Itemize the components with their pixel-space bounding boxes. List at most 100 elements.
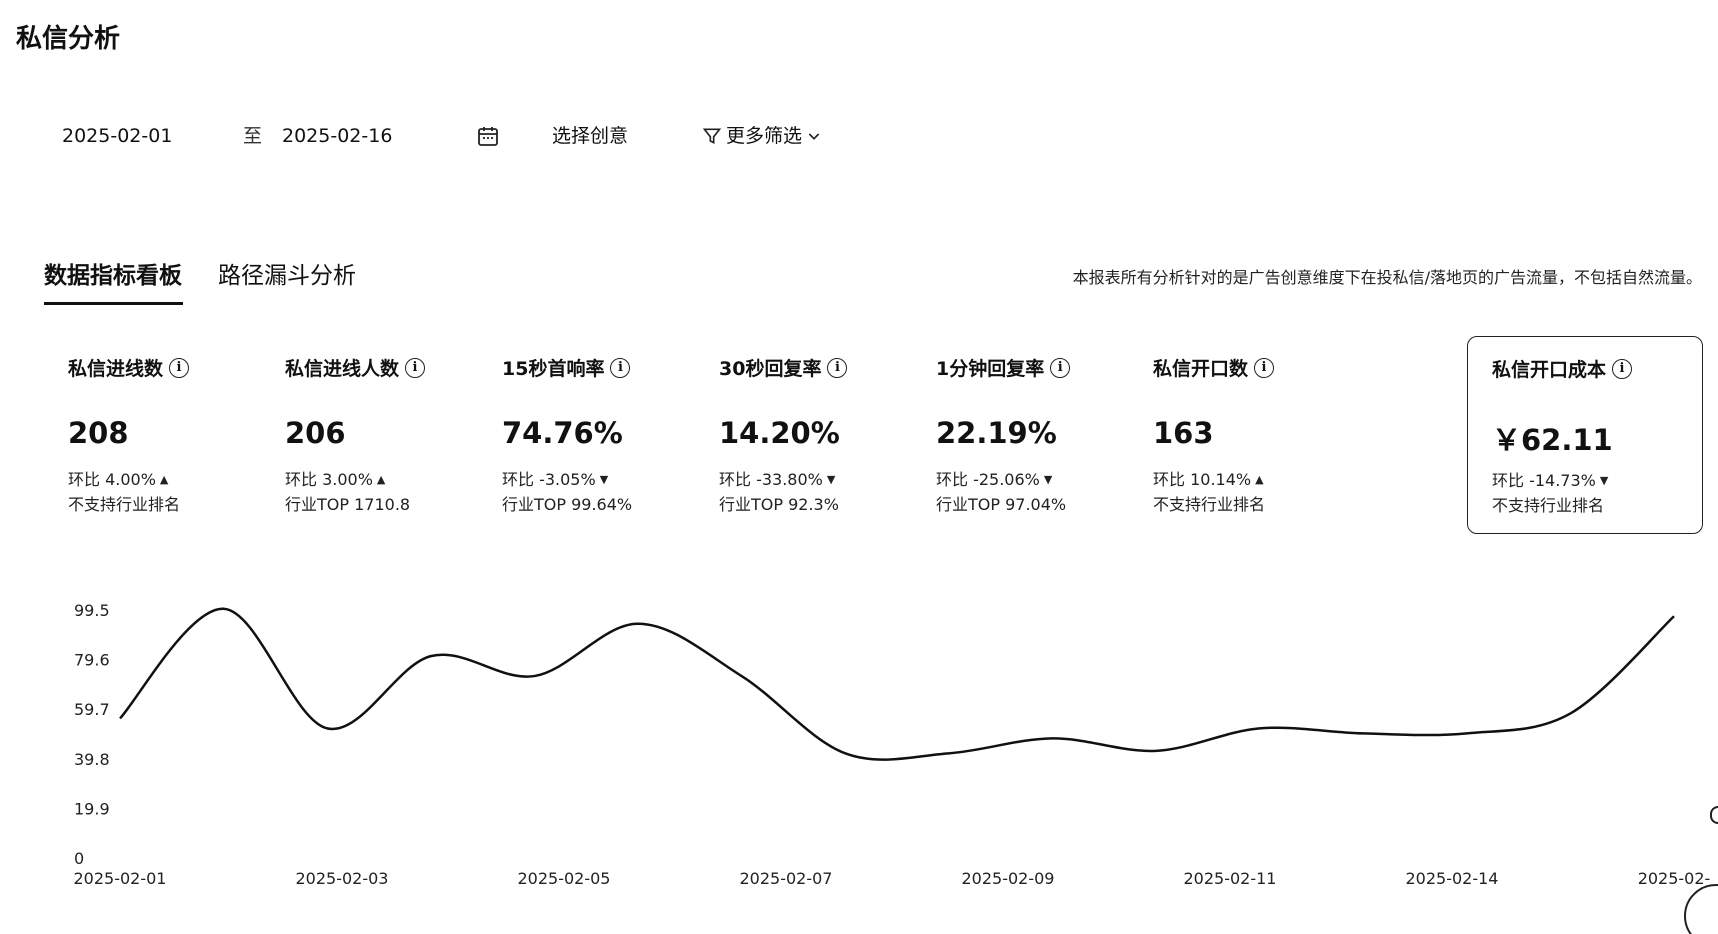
metric-change: 环比 -25.06% ▼ — [936, 466, 1052, 490]
filter-icon — [702, 128, 722, 145]
chevron-down-icon — [808, 133, 820, 140]
metric-card[interactable]: 私信开口数 i 163 环比 10.14% ▲ 不支持行业排名 — [1129, 336, 1365, 534]
data-point[interactable] — [1671, 613, 1677, 619]
info-icon[interactable]: i — [1254, 357, 1275, 378]
metric-rank: 不支持行业排名 — [1153, 495, 1266, 514]
metric-card[interactable]: 私信进线数 i 208 环比 4.00% ▲ 不支持行业排名 — [44, 336, 280, 534]
metric-label: 私信开口成本 i — [1492, 355, 1633, 382]
x-tick-label: 2025-02-01 — [74, 869, 167, 888]
metric-label: 15秒首响率 i — [502, 354, 631, 381]
date-start-input[interactable]: 2025-02-01 — [62, 118, 172, 154]
metric-label: 30秒回复率 i — [719, 354, 848, 381]
up-arrow-icon: ▲ — [159, 473, 169, 486]
info-icon[interactable]: i — [405, 357, 426, 378]
metric-change-text: 环比 -25.06% — [936, 470, 1040, 489]
metric-change-text: 环比 10.14% — [1153, 470, 1252, 489]
metric-value: 14.20% — [719, 416, 840, 450]
metric-change: 环比 -3.05% ▼ — [502, 466, 608, 490]
metric-card[interactable]: 15秒首响率 i 74.76% 环比 -3.05% ▼ 行业TOP 99.64% — [478, 336, 714, 534]
side-handle[interactable] — [1710, 806, 1718, 824]
page-title: 私信分析 — [16, 24, 121, 54]
date-end-input[interactable]: 2025-02-16 — [282, 118, 392, 154]
y-tick-label: 59.7 — [74, 700, 110, 719]
metric-value: 208 — [68, 416, 129, 450]
data-point[interactable] — [1360, 730, 1366, 736]
metric-card[interactable]: 私信进线人数 i 206 环比 3.00% ▲ 行业TOP 1710.8 — [261, 336, 497, 534]
metric-value: ￥62.11 — [1492, 423, 1613, 457]
calendar-icon[interactable] — [476, 124, 500, 160]
metric-label: 私信开口数 i — [1153, 354, 1275, 381]
metric-change: 环比 -14.73% ▼ — [1492, 467, 1608, 491]
metric-change: 环比 10.14% ▲ — [1153, 466, 1264, 490]
data-point[interactable] — [1153, 748, 1159, 754]
tab-funnel-analysis[interactable]: 路径漏斗分析 — [218, 256, 356, 290]
data-point[interactable] — [531, 673, 537, 679]
more-filters-label: 更多筛选 — [726, 125, 803, 147]
metric-change: 环比 4.00% ▲ — [68, 466, 168, 490]
metric-change-text: 环比 -14.73% — [1492, 471, 1596, 490]
metric-card[interactable]: 30秒回复率 i 14.20% 环比 -33.80% ▼ 行业TOP 92.3% — [695, 336, 931, 534]
down-arrow-icon: ▼ — [826, 473, 836, 486]
info-icon[interactable]: i — [1612, 358, 1633, 379]
creative-select[interactable]: 选择创意 — [552, 118, 628, 154]
date-separator: 至 — [243, 125, 263, 147]
x-tick-label: 2025-02-05 — [518, 869, 611, 888]
metric-label-text: 私信开口数 — [1153, 358, 1249, 380]
x-tick-label: 2025-02-14 — [1406, 869, 1499, 888]
data-point[interactable] — [1049, 735, 1055, 741]
metric-cards: 私信进线数 i 208 环比 4.00% ▲ 不支持行业排名 私信进线人数 i 206… — [44, 336, 1706, 534]
y-tick-label: 0 — [74, 849, 84, 868]
down-arrow-icon: ▼ — [1043, 473, 1053, 486]
tab-dashboard[interactable]: 数据指标看板 — [44, 256, 182, 290]
metric-rank: 行业TOP 99.64% — [502, 495, 633, 514]
report-note: 本报表所有分析针对的是广告创意维度下在投私信/落地页的广告流量，不包括自然流量。 — [1072, 268, 1702, 287]
x-tick-label: 2025-02-09 — [962, 869, 1055, 888]
metric-label-text: 私信开口成本 — [1492, 359, 1607, 381]
metric-label-text: 1分钟回复率 — [936, 358, 1045, 380]
data-point[interactable] — [1464, 730, 1470, 736]
metric-value: 22.19% — [936, 416, 1057, 450]
metric-change-text: 环比 -33.80% — [719, 470, 823, 489]
info-icon[interactable]: i — [1050, 357, 1071, 378]
metric-label-text: 私信进线数 — [68, 358, 164, 380]
y-tick-label: 99.5 — [74, 601, 110, 620]
y-tick-label: 19.9 — [74, 799, 110, 818]
metric-card[interactable]: 1分钟回复率 i 22.19% 环比 -25.06% ▼ 行业TOP 97.04% — [912, 336, 1148, 534]
up-arrow-icon: ▲ — [376, 473, 386, 486]
data-point[interactable] — [117, 715, 123, 721]
metric-label-text: 30秒回复率 — [719, 358, 822, 380]
metric-value: 206 — [285, 416, 346, 450]
data-point[interactable] — [1257, 725, 1263, 731]
data-point[interactable] — [221, 606, 227, 612]
trend-line-chart: 99.5 79.6 59.7 39.8 19.9 02025-02-01 2025-02-0… — [74, 601, 1711, 888]
x-tick-label: 2025-02- — [1638, 869, 1711, 888]
metric-label: 1分钟回复率 i — [936, 354, 1071, 381]
data-point[interactable] — [1567, 710, 1573, 716]
active-tab-indicator — [44, 302, 183, 305]
down-arrow-icon: ▼ — [599, 473, 609, 486]
info-icon[interactable]: i — [827, 357, 848, 378]
metric-change-text: 环比 3.00% — [285, 470, 373, 489]
metric-rank: 行业TOP 97.04% — [936, 495, 1067, 514]
metric-label: 私信进线人数 i — [285, 354, 426, 381]
metric-change: 环比 -33.80% ▼ — [719, 466, 835, 490]
metric-label: 私信进线数 i — [68, 354, 190, 381]
metric-rank: 不支持行业排名 — [1492, 496, 1605, 515]
more-filters-button[interactable]: 更多筛选 — [702, 118, 822, 154]
series-line — [119, 607, 1675, 761]
down-arrow-icon: ▼ — [1599, 474, 1609, 487]
data-point[interactable] — [324, 725, 330, 731]
metric-label-text: 15秒首响率 — [502, 358, 605, 380]
x-tick-label: 2025-02-03 — [296, 869, 389, 888]
data-point[interactable] — [635, 621, 641, 627]
data-point[interactable] — [946, 750, 952, 756]
metric-rank: 行业TOP 1710.8 — [285, 495, 411, 514]
data-point[interactable] — [428, 653, 434, 659]
metric-card-selected[interactable]: 私信开口成本 i ￥62.11 环比 -14.73% ▼ 不支持行业排名 — [1467, 336, 1703, 534]
data-point[interactable] — [739, 673, 745, 679]
info-icon[interactable]: i — [169, 357, 190, 378]
metric-rank: 行业TOP 92.3% — [719, 495, 839, 514]
metric-label-text: 私信进线人数 — [285, 358, 400, 380]
data-point[interactable] — [842, 750, 848, 756]
info-icon[interactable]: i — [610, 357, 631, 378]
